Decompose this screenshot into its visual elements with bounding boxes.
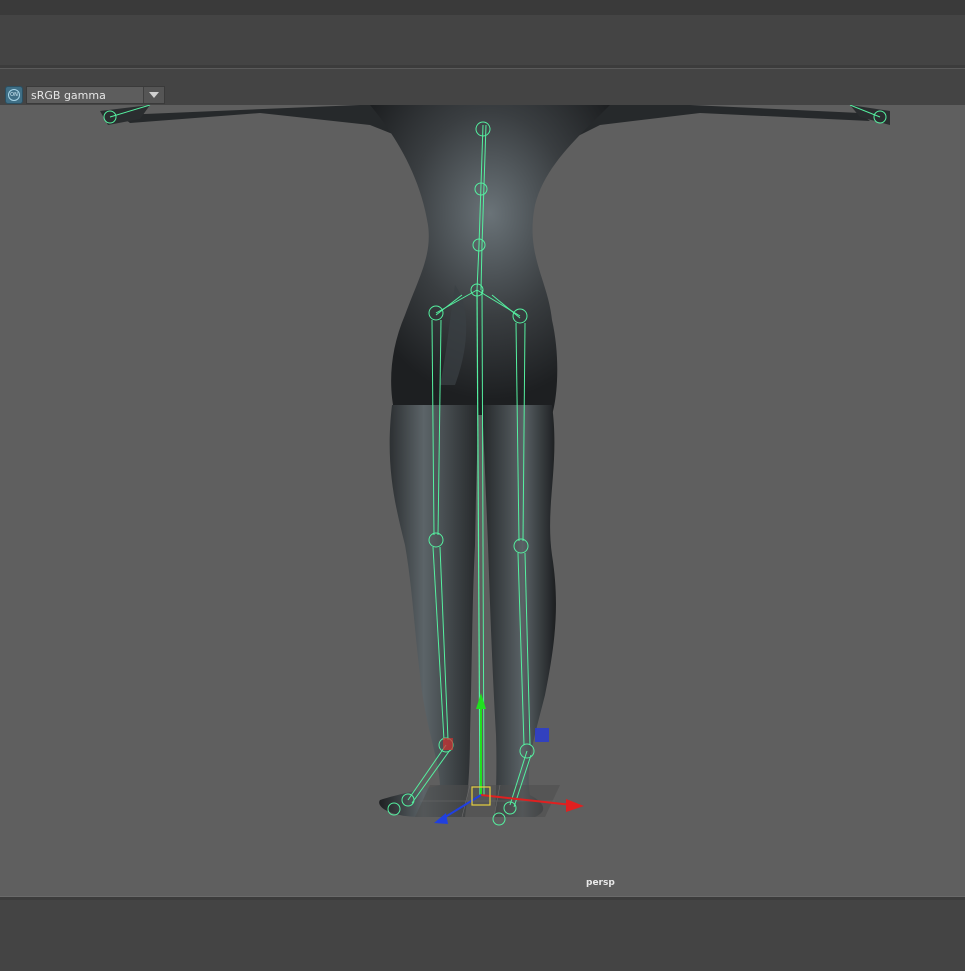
perspective-viewport[interactable]: persp <box>0 105 965 896</box>
viewport-toolbar: ON sRGB gamma <box>0 69 965 105</box>
toolbar-area <box>0 15 965 65</box>
scene-canvas[interactable] <box>0 105 965 896</box>
maya-window: ON sRGB gamma persp <box>0 0 965 971</box>
bottom-panel <box>0 900 965 971</box>
camera-label: persp <box>586 878 615 888</box>
color-space-value: sRGB gamma <box>31 89 106 102</box>
title-strip <box>0 0 965 15</box>
chevron-down-icon <box>149 92 159 98</box>
color-management-icon: ON <box>8 89 20 101</box>
character-torso <box>370 105 610 415</box>
color-space-dropdown[interactable]: sRGB gamma <box>26 86 165 104</box>
dropdown-button[interactable] <box>143 87 164 103</box>
color-management-toggle[interactable]: ON <box>5 86 23 104</box>
character-legs <box>379 405 556 817</box>
